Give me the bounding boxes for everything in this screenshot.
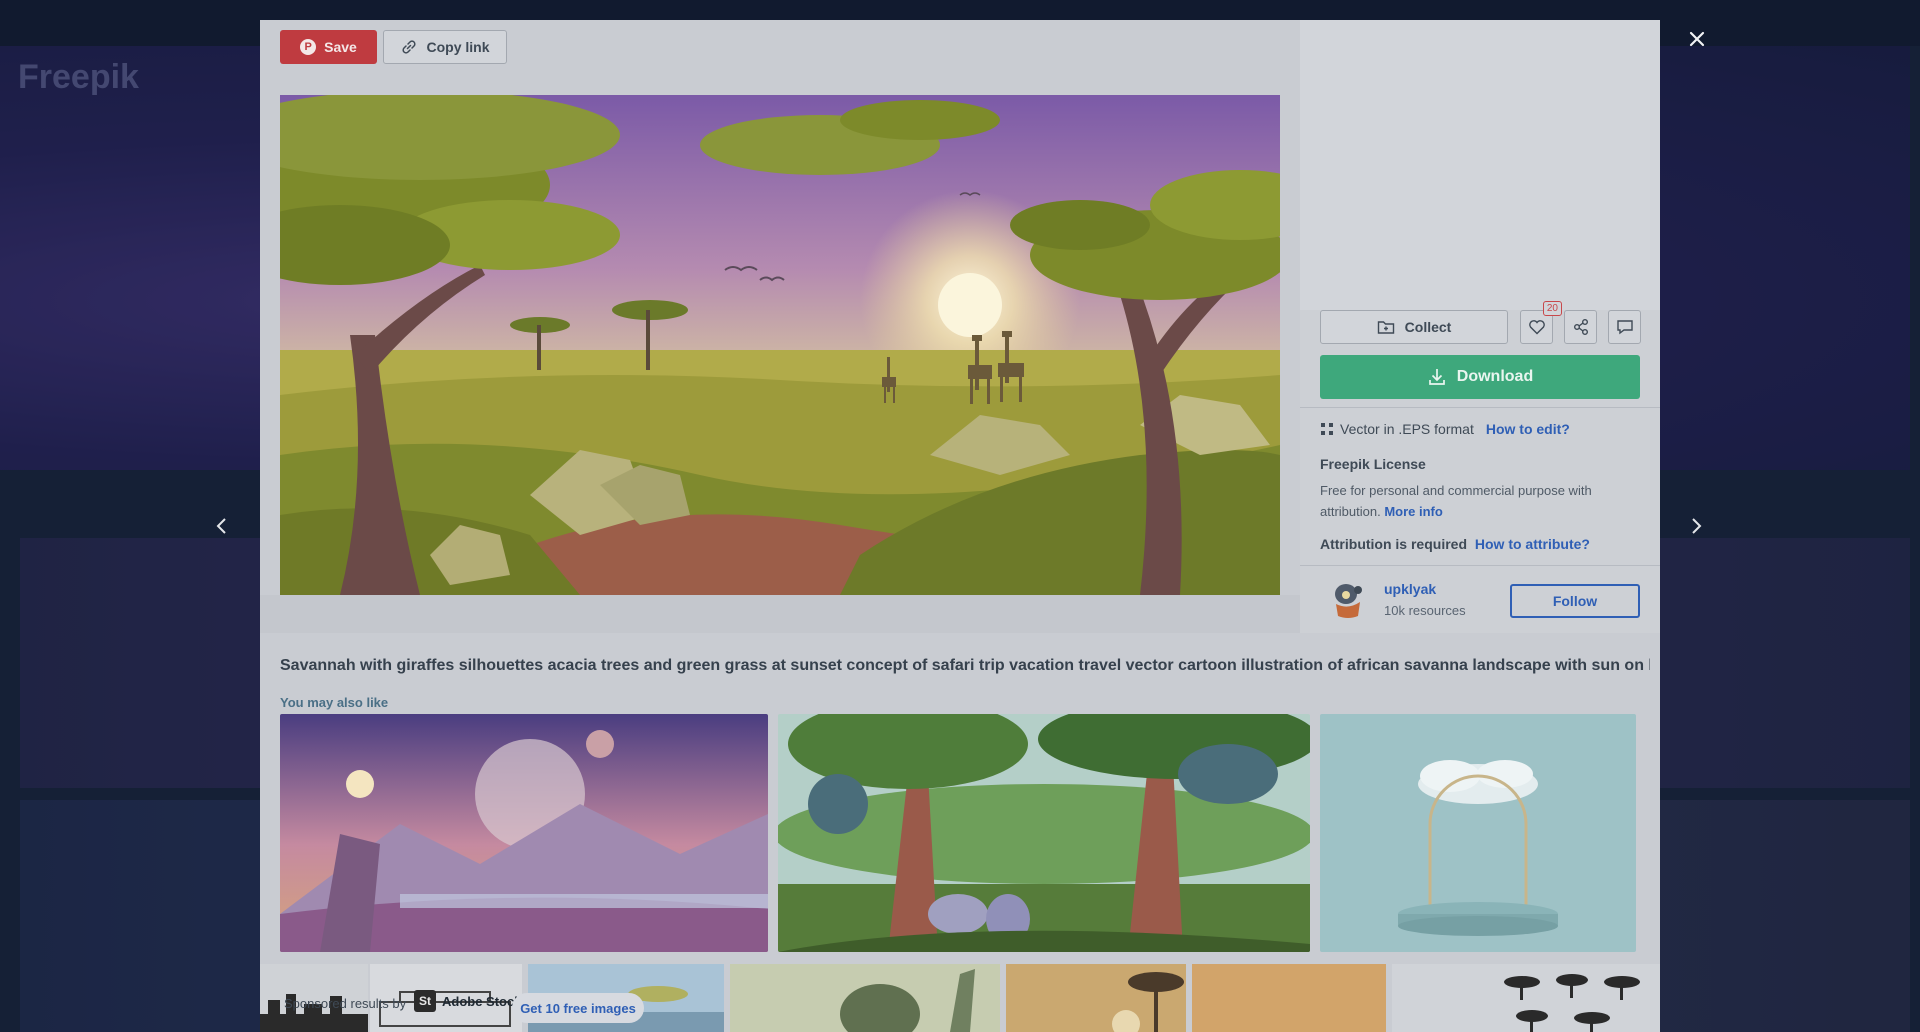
forest-cartoon-thumbnail[interactable] bbox=[778, 714, 1310, 952]
copy-link-button[interactable]: Copy link bbox=[383, 30, 507, 64]
pinterest-icon: P bbox=[300, 39, 317, 55]
like-button[interactable]: 20 bbox=[1520, 301, 1562, 344]
attribution-text: Attribution is required bbox=[1320, 536, 1467, 552]
save-label: Save bbox=[324, 39, 357, 55]
divider bbox=[1300, 407, 1660, 408]
follow-button[interactable]: Follow bbox=[1510, 584, 1640, 618]
comment-button[interactable] bbox=[1608, 310, 1641, 344]
vector-format-icon bbox=[1321, 423, 1333, 435]
format-text: Vector in .EPS format bbox=[1340, 421, 1474, 437]
avatar[interactable] bbox=[1328, 580, 1368, 620]
share-button[interactable] bbox=[1564, 310, 1597, 344]
cloud-podium-thumbnail[interactable] bbox=[1320, 714, 1636, 952]
resource-title: Savannah with giraffes silhouettes acaci… bbox=[280, 657, 1650, 674]
folder-plus-icon bbox=[1377, 321, 1394, 334]
stock-thumbnail[interactable] bbox=[1192, 964, 1386, 1032]
adobe-stock-name: Adobe Stock bbox=[442, 993, 522, 1009]
author-resources: 10k resources bbox=[1384, 603, 1466, 618]
how-to-edit-link[interactable]: How to edit? bbox=[1486, 421, 1570, 437]
license-title: Freepik License bbox=[1320, 456, 1426, 472]
stock-thumbnail[interactable] bbox=[1006, 964, 1186, 1032]
pinterest-save-button[interactable]: P Save bbox=[280, 30, 377, 64]
stock-thumbnail[interactable] bbox=[1392, 964, 1660, 1032]
divider bbox=[1300, 565, 1660, 566]
heart-icon bbox=[1528, 320, 1545, 335]
comment-icon bbox=[1616, 320, 1633, 335]
adobe-stock-logo[interactable]: St Adobe Stock bbox=[414, 990, 521, 1012]
free-images-button[interactable]: Get 10 free images bbox=[512, 993, 644, 1023]
attribution-row: Attribution is required How to attribute… bbox=[1320, 536, 1590, 552]
chevron-right-icon[interactable] bbox=[1684, 514, 1708, 538]
download-button[interactable]: Download bbox=[1320, 355, 1640, 399]
collect-button[interactable]: Collect bbox=[1320, 310, 1508, 344]
adobe-stock-badge: St bbox=[414, 990, 436, 1012]
resource-modal: P Save Copy link Collect 20 Download Vec… bbox=[260, 20, 1660, 1032]
alien-planet-sunset-thumbnail[interactable] bbox=[280, 714, 768, 952]
related-heading: You may also like bbox=[280, 695, 389, 710]
license-description: Free for personal and commercial purpose… bbox=[1320, 480, 1620, 522]
close-icon[interactable] bbox=[1686, 28, 1708, 50]
chevron-left-icon[interactable] bbox=[210, 514, 234, 538]
resource-preview-image[interactable] bbox=[280, 95, 1280, 595]
format-row: Vector in .EPS format How to edit? bbox=[1320, 421, 1570, 437]
ad-slot bbox=[1300, 20, 1660, 310]
license-text: Free for personal and commercial purpose… bbox=[1320, 483, 1592, 519]
share-icon bbox=[1573, 319, 1588, 335]
collect-label: Collect bbox=[1404, 319, 1452, 335]
copy-link-label: Copy link bbox=[426, 39, 490, 55]
action-row: Collect 20 bbox=[1320, 301, 1641, 344]
link-icon bbox=[402, 40, 417, 54]
how-to-attribute-link[interactable]: How to attribute? bbox=[1475, 536, 1590, 552]
preview-strip bbox=[260, 595, 1300, 633]
share-row: P Save Copy link bbox=[280, 30, 507, 64]
download-label: Download bbox=[1456, 368, 1534, 385]
like-count-badge: 20 bbox=[1542, 301, 1562, 316]
stock-thumbnail[interactable] bbox=[730, 964, 1000, 1032]
resource-sidebar: Collect 20 Download Vector in .EPS forma… bbox=[1300, 20, 1660, 633]
sponsored-row: Sponsored results by St Adobe Stock Get … bbox=[260, 964, 1660, 1032]
sponsored-label: Sponsored results by bbox=[284, 996, 407, 1011]
author-name[interactable]: upklyak bbox=[1384, 581, 1436, 597]
related-thumbnails bbox=[280, 714, 1636, 952]
download-icon bbox=[1428, 369, 1445, 385]
more-info-link[interactable]: More info bbox=[1384, 504, 1443, 519]
